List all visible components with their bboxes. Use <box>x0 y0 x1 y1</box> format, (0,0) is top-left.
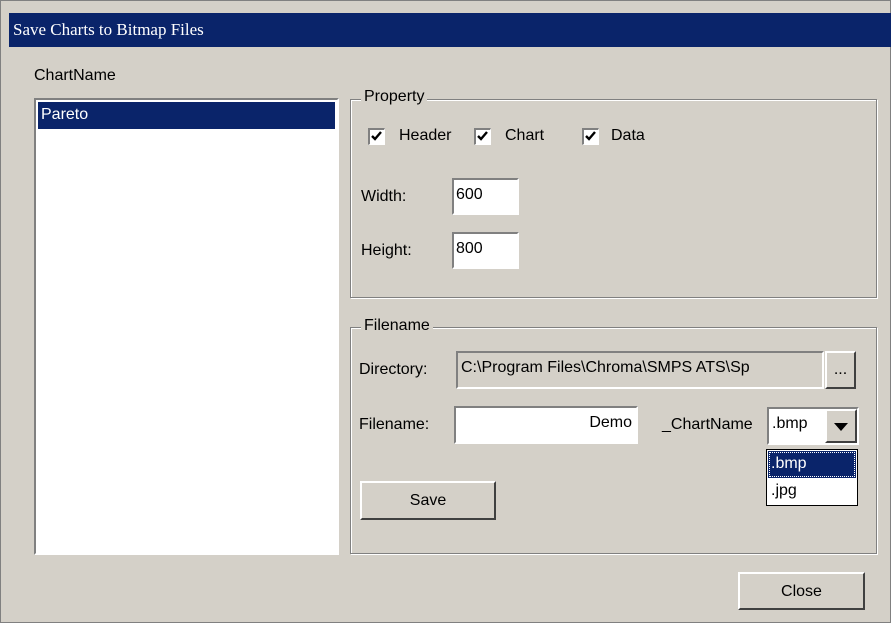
property-legend: Property <box>361 88 428 106</box>
filename-field[interactable]: Demo <box>454 406 638 444</box>
close-button[interactable]: Close <box>738 572 865 610</box>
height-value: 800 <box>456 240 483 257</box>
filename-legend: Filename <box>361 317 433 335</box>
window-title: Save Charts to Bitmap Files <box>13 20 204 39</box>
extension-dropdown-list[interactable]: .bmp .jpg <box>766 449 858 506</box>
save-button-label: Save <box>409 492 447 509</box>
width-value: 600 <box>456 186 483 203</box>
chevron-down-icon <box>834 423 848 431</box>
extension-option-jpg[interactable]: .jpg <box>768 478 856 505</box>
check-mark-icon <box>371 131 382 141</box>
filename-value: Demo <box>589 414 632 431</box>
header-checkbox-label[interactable]: Header <box>399 127 451 145</box>
browse-button-label: ... <box>833 361 848 378</box>
chart-checkbox-label[interactable]: Chart <box>505 127 544 145</box>
data-checkbox[interactable] <box>582 128 599 145</box>
height-field[interactable]: 800 <box>452 232 519 269</box>
close-button-label: Close <box>781 583 822 600</box>
directory-label: Directory: <box>359 361 428 378</box>
extension-select[interactable]: .bmp <box>767 407 859 445</box>
option-label: .bmp <box>771 455 807 472</box>
width-field[interactable]: 600 <box>452 178 519 215</box>
save-button[interactable]: Save <box>360 481 496 520</box>
chartname-suffix-label: _ChartName <box>662 416 753 433</box>
header-checkbox[interactable] <box>368 128 385 145</box>
chart-list[interactable]: Pareto <box>34 98 339 555</box>
save-charts-dialog: Save Charts to Bitmap Files ChartName Pa… <box>0 0 891 623</box>
chart-name-label: ChartName <box>34 67 116 84</box>
check-mark-icon <box>477 131 488 141</box>
extension-option-bmp[interactable]: .bmp <box>768 451 856 478</box>
list-item-pareto[interactable]: Pareto <box>38 102 335 129</box>
directory-value: C:\Program Files\Chroma\SMPS ATS\Sp <box>461 359 750 376</box>
option-label: .jpg <box>771 482 797 499</box>
check-mark-icon <box>585 131 596 141</box>
extension-dropdown-button[interactable] <box>825 409 857 443</box>
width-label: Width: <box>361 188 407 205</box>
filename-label: Filename: <box>359 416 430 433</box>
chart-checkbox[interactable] <box>474 128 491 145</box>
title-bar[interactable]: Save Charts to Bitmap Files <box>9 13 891 47</box>
height-label: Height: <box>361 242 412 259</box>
data-checkbox-label[interactable]: Data <box>611 127 645 145</box>
list-item-label: Pareto <box>41 106 89 123</box>
directory-field[interactable]: C:\Program Files\Chroma\SMPS ATS\Sp <box>456 351 824 389</box>
extension-selected-value: .bmp <box>772 415 808 432</box>
browse-button[interactable]: ... <box>825 351 856 389</box>
